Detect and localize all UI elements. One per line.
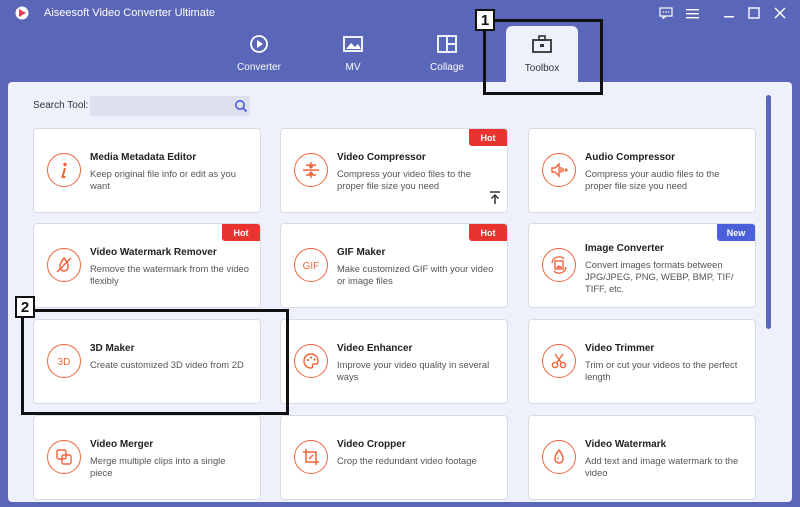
- tool-title: Video Trimmer: [585, 343, 655, 354]
- tab-label: MV: [345, 62, 361, 73]
- tool-title: Video Enhancer: [337, 343, 413, 354]
- watermark-icon: [542, 440, 576, 474]
- tool-description: Keep original file info or edit as you w…: [90, 168, 236, 191]
- tool-description: Make customized GIF with your video or i…: [337, 263, 494, 286]
- tab-collage[interactable]: Collage: [402, 28, 492, 78]
- tool-title: Media Metadata Editor: [90, 152, 197, 163]
- converter-icon: [250, 35, 268, 53]
- watermark-remove-icon: [47, 248, 81, 282]
- menu-icon[interactable]: [681, 3, 703, 23]
- new-badge: New: [717, 224, 755, 241]
- tool-description: Merge multiple clips into a single piece: [90, 455, 226, 478]
- toolbox-panel: Search Tool: Media Metadata Editor Keep …: [8, 82, 792, 502]
- tab-converter[interactable]: Converter: [214, 28, 304, 78]
- callout-number-1: 1: [475, 9, 495, 31]
- tool-description: Add text and image watermark to the vide…: [585, 455, 739, 478]
- tool-description: Crop the redundant video footage: [337, 455, 477, 466]
- compress-icon: [294, 153, 328, 187]
- scrollbar[interactable]: [766, 95, 771, 329]
- minimize-icon[interactable]: [718, 3, 740, 23]
- image-convert-icon: [542, 248, 576, 282]
- search-label: Search Tool:: [33, 100, 89, 111]
- callout-number-2: 2: [15, 296, 35, 318]
- callout-box-1: [483, 19, 603, 95]
- search-input[interactable]: [90, 96, 250, 116]
- hot-badge: Hot: [469, 224, 507, 241]
- tool-title: Image Converter: [585, 243, 664, 254]
- upload-icon[interactable]: [489, 191, 501, 205]
- callout-box-2: [21, 309, 289, 415]
- tool-title: Video Compressor: [337, 152, 426, 163]
- tool-title: Audio Compressor: [585, 152, 676, 163]
- tool-card-media-metadata-editor[interactable]: Media Metadata Editor Keep original file…: [33, 128, 261, 213]
- tool-card-video-watermark-remover[interactable]: Video Watermark Remover Remove the water…: [33, 223, 261, 308]
- tool-card-video-trimmer[interactable]: Video Trimmer Trim or cut your videos to…: [528, 319, 756, 404]
- tab-label: Converter: [237, 62, 281, 73]
- tool-card-video-compressor[interactable]: Video Compressor Compress your video fil…: [280, 128, 508, 213]
- tool-card-video-watermark[interactable]: Video Watermark Add text and image water…: [528, 415, 756, 500]
- hot-badge: Hot: [469, 129, 507, 146]
- gif-icon: GIF: [294, 248, 328, 282]
- hot-badge: Hot: [222, 224, 260, 241]
- tab-label: Collage: [430, 62, 464, 73]
- collage-icon: [437, 35, 457, 53]
- crop-icon: [294, 440, 328, 474]
- tool-card-video-enhancer[interactable]: Video Enhancer Improve your video qualit…: [280, 319, 508, 404]
- tool-card-audio-compressor[interactable]: Audio Compressor Compress your audio fil…: [528, 128, 756, 213]
- app-logo-icon: [15, 6, 29, 20]
- tool-description: Convert images formats between JPG/JPEG,…: [585, 259, 734, 294]
- tab-mv[interactable]: MV: [308, 28, 398, 78]
- info-icon: [47, 153, 81, 187]
- scissors-icon: [542, 344, 576, 378]
- tool-description: Trim or cut your videos to the perfect l…: [585, 359, 738, 382]
- tool-card-gif-maker[interactable]: GIF GIF Maker Make customized GIF with y…: [280, 223, 508, 308]
- tool-card-video-merger[interactable]: Video Merger Merge multiple clips into a…: [33, 415, 261, 500]
- tool-description: Improve your video quality in several wa…: [337, 359, 490, 382]
- feedback-icon[interactable]: [655, 3, 677, 23]
- tool-title: Video Cropper: [337, 439, 406, 450]
- tool-title: Video Watermark Remover: [90, 247, 217, 258]
- tool-description: Remove the watermark from the video flex…: [90, 263, 249, 286]
- tool-title: GIF Maker: [337, 247, 386, 258]
- tool-description: Compress your video files to the proper …: [337, 168, 471, 191]
- svg-text:GIF: GIF: [303, 261, 320, 272]
- app-title: Aiseesoft Video Converter Ultimate: [44, 7, 215, 19]
- close-icon[interactable]: [769, 3, 791, 23]
- tool-card-image-converter[interactable]: Image Converter Convert images formats b…: [528, 223, 756, 308]
- audio-compress-icon: [542, 153, 576, 187]
- tool-title: Video Watermark: [585, 439, 667, 450]
- merge-icon: [47, 440, 81, 474]
- tool-card-video-cropper[interactable]: Video Cropper Crop the redundant video f…: [280, 415, 508, 500]
- palette-icon: [294, 344, 328, 378]
- maximize-icon[interactable]: [743, 3, 765, 23]
- tool-title: Video Merger: [90, 439, 154, 450]
- mv-icon: [343, 36, 363, 52]
- tool-description: Compress your audio files to the proper …: [585, 168, 720, 191]
- title-bar: Aiseesoft Video Converter Ultimate: [0, 0, 800, 26]
- search-icon[interactable]: [234, 99, 248, 113]
